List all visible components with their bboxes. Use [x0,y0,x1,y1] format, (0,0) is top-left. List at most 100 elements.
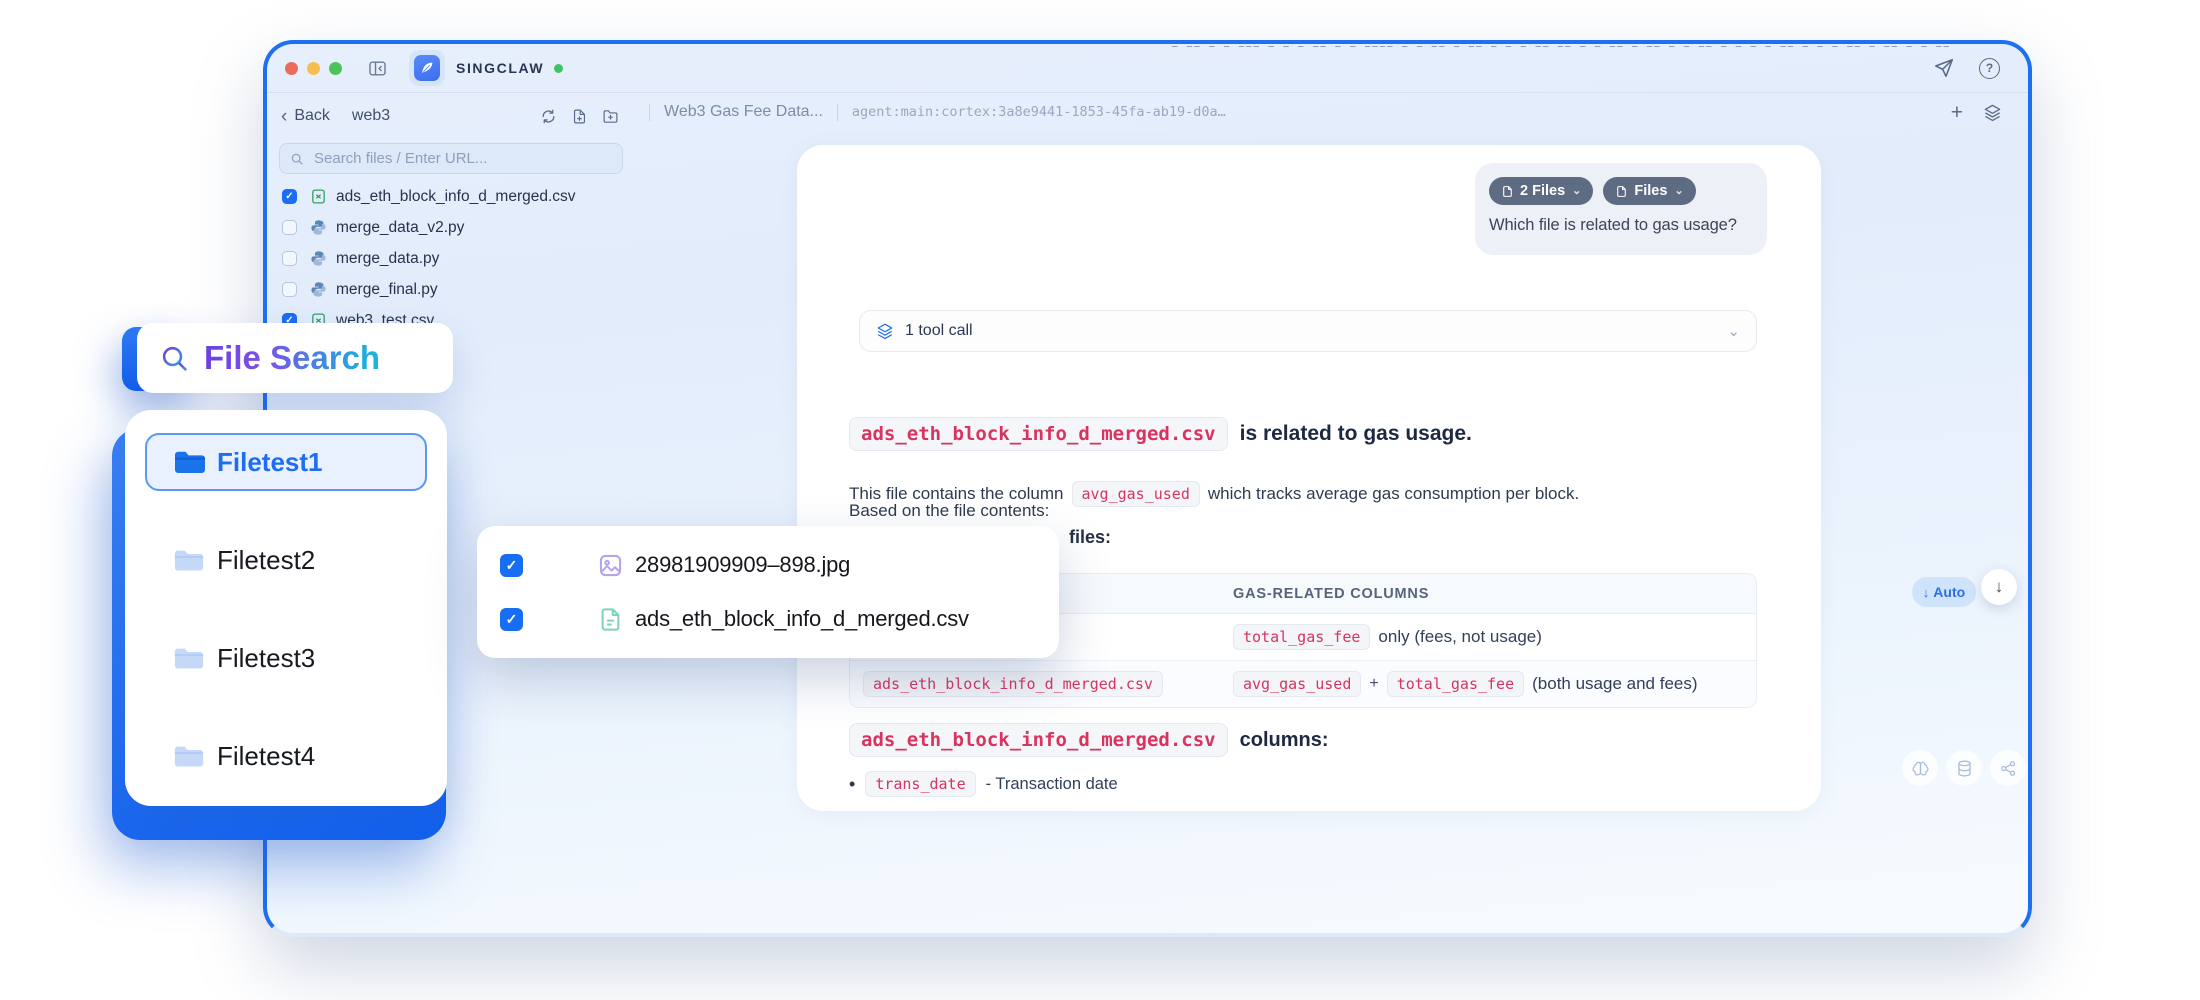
user-message-bubble: 2 Files ⌄ Files ⌄ Which file is related … [1475,163,1767,255]
column-code-chip: avg_gas_used [1233,671,1361,697]
side-tool-buttons [1902,750,2026,786]
folder-icon [173,448,207,476]
page: ‒ ‒‒ ‒ ‒ ‒‒‒ ‒ ‒ ‒ ‒‒ ‒ ‒ ‒‒‒‒ ‒ ‒ ‒‒ ‒ … [0,0,2200,1000]
folder-item-filetest2[interactable]: Filetest2 [145,531,427,589]
down-arrow-icon: ↓ [1923,585,1930,600]
file-checkbox-unchecked[interactable] [282,251,297,266]
file-checkbox-checked[interactable]: ✓ [282,189,297,204]
folder-icon [173,547,205,573]
chevron-down-icon: ⌄ [1727,322,1740,340]
chevron-down-icon: ⌄ [1674,186,1683,197]
sidebar-toggle-icon[interactable] [368,59,387,77]
columns-heading: ads_eth_block_info_d_merged.csv columns: [849,723,1329,757]
help-icon[interactable]: ? [1979,58,2000,79]
sidebar-nav: ‹ Back web3 [267,99,635,133]
zoom-window-button[interactable] [329,62,342,75]
file-row[interactable]: merge_final.py [267,274,635,305]
folder-item-filetest4[interactable]: Filetest4 [145,727,427,785]
tab-strip: Web3 Gas Fee Data... agent:main:cortex:3… [635,93,2028,131]
brain-icon [1911,759,1930,778]
chevron-down-icon: ⌄ [1572,186,1581,197]
layers-icon [876,322,894,340]
column-code-chip: trans_date [865,771,975,797]
online-status-dot [554,64,563,73]
file-row[interactable]: merge_data_v2.py [267,212,635,243]
file-checkbox-unchecked[interactable] [282,220,297,235]
table-row: ads_eth_block_info_d_merged.csv avg_gas_… [850,660,1756,707]
file-search-card[interactable]: File Search [137,323,453,393]
tab-web3-gas-fee-data[interactable]: Web3 Gas Fee Data... [664,103,823,121]
filename-code-chip: ads_eth_block_info_d_merged.csv [849,417,1228,451]
close-window-button[interactable] [285,62,298,75]
database-button[interactable] [1946,750,1982,786]
file-row[interactable]: merge_data.py [267,243,635,274]
auto-scroll-pill[interactable]: ↓ Auto [1912,577,1976,607]
attachment-chip[interactable]: Files ⌄ [1603,177,1695,205]
csv-file-icon [597,606,624,633]
folder-panel: Filetest1 Filetest2 Filetest3 Filetest4 [125,410,447,806]
answer-paragraph: This file contains the column avg_gas_us… [849,481,1579,507]
main-panel: Web3 Gas Fee Data... agent:main:cortex:3… [635,93,2028,934]
file-checkbox-unchecked[interactable] [282,282,297,297]
share-icon [1999,759,2018,778]
popup-checkbox-checked[interactable]: ✓ [500,554,523,577]
document-icon [1615,185,1628,198]
python-file-icon [310,219,327,236]
breadcrumb[interactable]: web3 [352,107,390,125]
popup-file-row[interactable]: ✓ 28981909909–898.jpg [497,543,1039,587]
titlebar: SINGCLAW ? [267,44,2028,93]
popup-file-row[interactable]: ✓ ads_eth_block_info_d_merged.csv [497,597,1039,641]
python-file-icon [310,281,327,298]
answer-heading: ads_eth_block_info_d_merged.csv is relat… [849,417,1472,451]
new-file-icon[interactable] [571,108,588,125]
search-icon [290,152,304,166]
layers-icon[interactable] [1983,103,2002,122]
new-tab-button[interactable]: + [1951,102,1963,123]
column-code-chip: avg_gas_used [1072,481,1200,507]
tool-call-bar[interactable]: 1 tool call ⌄ [859,310,1757,352]
column-bullet-item: • trans_date - Transaction date [849,771,1118,797]
folder-icon [173,743,205,769]
file-list: ✓ ads_eth_block_info_d_merged.csv merge_… [267,181,635,336]
partially-hidden-text: files: [1069,527,1111,548]
back-button[interactable]: Back [294,107,330,125]
tab-agent-session[interactable]: agent:main:cortex:3a8e9441-1853-45fa-ab1… [852,104,1226,120]
scroll-to-bottom-button[interactable]: ↓ [1981,569,2017,605]
app-name: SINGCLAW [456,60,544,76]
file-name: ads_eth_block_info_d_merged.csv [336,188,576,206]
column-code-chip: total_gas_fee [1233,624,1370,650]
filename-code-chip: ads_eth_block_info_d_merged.csv [863,671,1163,697]
minimize-window-button[interactable] [307,62,320,75]
file-select-popup: ✓ 28981909909–898.jpg ✓ ads_eth_block_in… [477,526,1059,658]
attachment-chip[interactable]: 2 Files ⌄ [1489,177,1593,205]
new-folder-icon[interactable] [602,108,619,125]
app-window: ‒ ‒‒ ‒ ‒ ‒‒‒ ‒ ‒ ‒ ‒‒ ‒ ‒ ‒‒‒‒ ‒ ‒ ‒‒ ‒ … [263,40,2032,937]
column-header: GAS-RELATED COLUMNS [1227,586,1756,602]
folder-item-filetest1-selected[interactable]: Filetest1 [145,433,427,491]
down-arrow-icon: ↓ [1995,577,2004,597]
share-button[interactable] [1990,750,2026,786]
file-name: merge_data.py [336,250,439,268]
refresh-icon[interactable] [540,108,557,125]
popup-file-name: ads_eth_block_info_d_merged.csv [635,606,969,632]
folder-item-filetest3[interactable]: Filetest3 [145,629,427,687]
document-icon [1501,185,1514,198]
file-row[interactable]: ✓ ads_eth_block_info_d_merged.csv [267,181,635,212]
csv-file-icon [310,188,327,205]
file-name: merge_data_v2.py [336,219,464,237]
clipped-text-fragments: ‒ ‒‒ ‒ ‒ ‒‒‒ ‒ ‒ ‒ ‒‒ ‒ ‒ ‒‒‒‒ ‒ ‒ ‒‒ ‒ … [1172,44,2022,51]
brain-button[interactable] [1902,750,1938,786]
app-logo-icon [414,55,440,81]
search-icon [159,343,190,374]
search-bar [279,143,623,174]
popup-checkbox-checked[interactable]: ✓ [500,608,523,631]
file-search-title: File Search [204,339,380,377]
back-chevron-icon: ‹ [281,107,287,126]
file-name: merge_final.py [336,281,438,299]
python-file-icon [310,250,327,267]
popup-file-name: 28981909909–898.jpg [635,552,850,578]
send-icon[interactable] [1933,57,1955,79]
user-question: Which file is related to gas usage? [1489,216,1753,235]
bullet-dot: • [849,775,855,793]
search-input[interactable] [312,149,612,168]
